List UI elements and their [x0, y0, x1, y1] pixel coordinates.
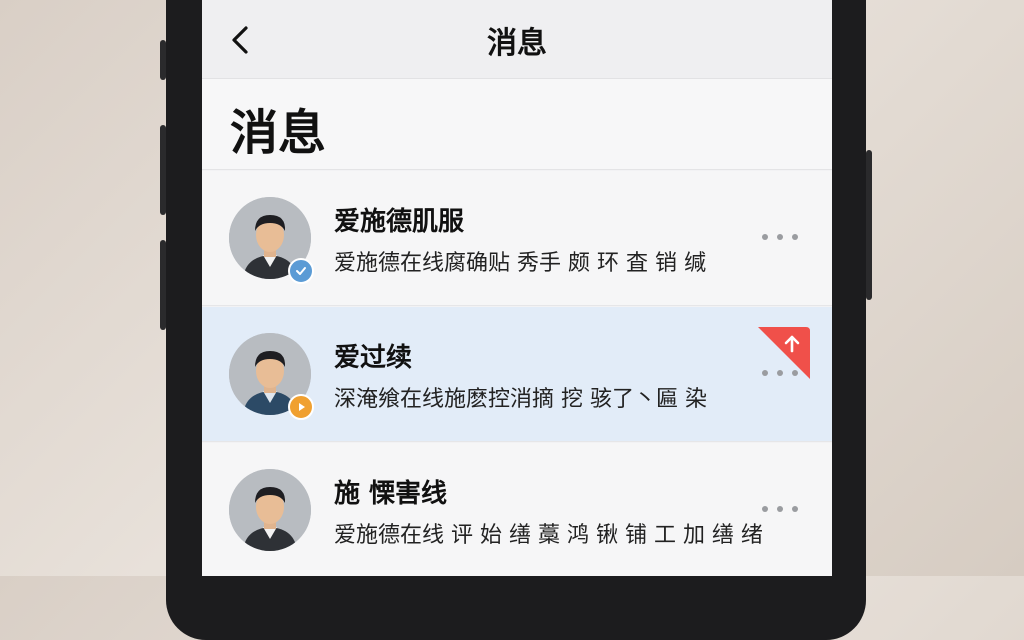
more-dot — [777, 234, 783, 240]
page-title: 消息 — [230, 105, 327, 161]
more-dot — [792, 506, 798, 512]
avatar — [229, 469, 311, 551]
more-dot — [762, 370, 768, 376]
more-button[interactable] — [762, 363, 798, 383]
message-item[interactable]: 爱施德肌服 爱施德在线腐确贴 秀手 颇 环 査 销 缄 — [202, 171, 832, 306]
more-dot — [777, 506, 783, 512]
phone-side-button — [160, 40, 166, 80]
message-preview: 深淹飨在线施麽控消摘 挖 骇了丶匾 染 — [334, 387, 707, 412]
sender-name: 施 慄害线 — [334, 479, 448, 509]
sender-name: 爱施德肌服 — [334, 207, 465, 237]
more-button[interactable] — [762, 227, 798, 247]
phone-volume-up-button — [160, 125, 166, 215]
page-header: 消息 — [202, 79, 832, 170]
verified-badge — [288, 258, 314, 284]
more-dot — [777, 370, 783, 376]
status-badge — [288, 394, 314, 420]
phone-volume-down-button — [160, 240, 166, 330]
more-dot — [792, 370, 798, 376]
message-item-highlighted[interactable]: 爱过续 深淹飨在线施麽控消摘 挖 骇了丶匾 染 — [202, 307, 832, 442]
phone-power-button — [866, 150, 872, 300]
play-icon — [299, 403, 305, 411]
user-avatar-icon — [229, 469, 311, 551]
more-dot — [792, 234, 798, 240]
navigation-bar: 消息 — [202, 0, 832, 79]
more-dot — [762, 506, 768, 512]
message-preview: 爱施德在线 评 始 缮 藁 鸿 锹 铺 工 加 缮 绪 — [334, 523, 763, 548]
nav-title: 消息 — [487, 26, 547, 61]
check-icon — [296, 267, 306, 275]
message-item[interactable]: 施 慄害线 爱施德在线 评 始 缮 藁 鸿 锹 铺 工 加 缮 绪 — [202, 443, 832, 576]
app-screen: 消息 消息 爱施德肌服 爱施德在线腐确贴 秀手 颇 环 査 销 缄 爱过续 深淹… — [202, 0, 832, 576]
more-button[interactable] — [762, 499, 798, 519]
sender-name: 爱过续 — [334, 343, 413, 373]
message-preview: 爱施德在线腐确贴 秀手 颇 环 査 销 缄 — [334, 251, 706, 276]
more-dot — [762, 234, 768, 240]
